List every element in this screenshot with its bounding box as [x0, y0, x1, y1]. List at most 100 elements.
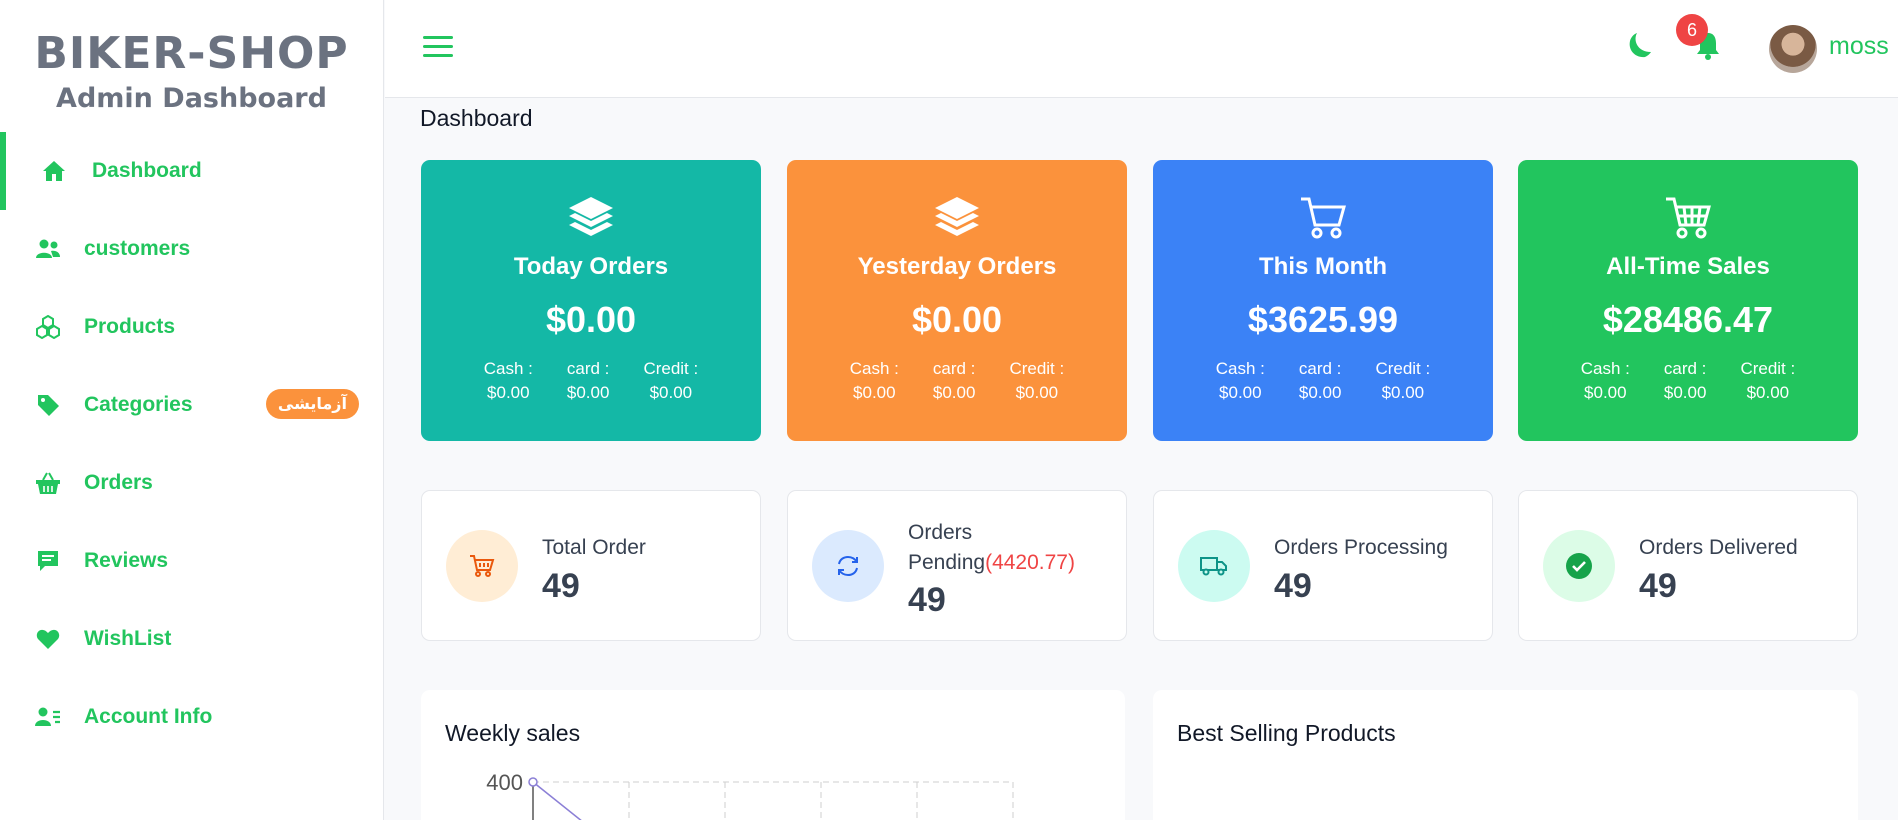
stat-card-all-time-sales: All-Time Sales $28486.47 Cash : $0.00 car…	[1518, 160, 1858, 441]
brand: BIKER-SHOP Admin Dashboard	[0, 0, 383, 116]
cash-label: Cash :	[483, 359, 533, 378]
data-point	[528, 777, 538, 787]
sidebar-item-label: Orders	[84, 471, 153, 494]
weekly-sales-title: Weekly sales	[445, 720, 581, 746]
stat-card-this-month: This Month $3625.99 Cash : $0.00 card : $0…	[1153, 160, 1493, 441]
sidebar-item-orders[interactable]: Orders	[0, 444, 383, 522]
card-label: card :	[1298, 359, 1342, 378]
info-card-orders-pending: Orders Pending(4420.77) 49	[787, 490, 1127, 641]
info-card-value: 49	[542, 567, 580, 605]
sidebar-item-dashboard[interactable]: Dashboard	[0, 132, 383, 210]
layers-icon	[933, 195, 981, 241]
credit-value: $0.00	[1381, 383, 1425, 402]
sidebar-item-account-info[interactable]: Account Info	[0, 678, 383, 756]
stat-card-label: All-Time Sales	[1606, 253, 1770, 280]
sidebar-item-label: Products	[84, 315, 176, 338]
card-value: $0.00	[1298, 383, 1342, 402]
sidebar-item-label: Reviews	[84, 549, 169, 572]
info-card-title-line1: Orders	[908, 521, 973, 544]
card-label: card :	[932, 359, 976, 378]
credit-label: Credit :	[1009, 359, 1065, 378]
sidebar-item-wishlist[interactable]: WishList	[0, 600, 383, 678]
pending-amount: (4420.77)	[985, 551, 1075, 574]
credit-value: $0.00	[1746, 383, 1790, 402]
credit-label: Credit :	[1375, 359, 1431, 378]
stat-card-amount: $0.00	[911, 299, 1003, 340]
info-card-title: Orders Pending(4420.77)	[908, 518, 1075, 578]
y-tick-label: 400	[486, 770, 523, 795]
stat-card-amount: $3625.99	[1247, 299, 1399, 340]
moon-icon[interactable]	[1625, 30, 1655, 65]
best-selling-panel: Best Selling Products	[1153, 690, 1858, 820]
sidebar-item-label: WishList	[84, 627, 172, 650]
info-card-orders-delivered: Orders Delivered 49	[1518, 490, 1858, 641]
cash-value: $0.00	[853, 383, 896, 402]
basket-icon	[34, 469, 62, 497]
weekly-sales-chart: 400	[486, 770, 1014, 820]
avatar[interactable]	[1769, 25, 1817, 73]
info-card-title: Orders Processing	[1274, 536, 1448, 559]
home-icon	[40, 157, 68, 185]
info-card-orders-processing: Orders Processing 49	[1153, 490, 1493, 641]
username[interactable]: moss	[1829, 32, 1889, 61]
comment-icon	[34, 547, 62, 575]
credit-label: Credit :	[643, 359, 699, 378]
stat-card-label: Yesterday Orders	[857, 253, 1057, 280]
card-value: $0.00	[566, 383, 610, 402]
brand-subtitle: Admin Dashboard	[56, 83, 327, 114]
cash-label: Cash :	[1215, 359, 1265, 378]
brand-title: BIKER-SHOP	[34, 28, 349, 79]
stat-card-amount: $28486.47	[1602, 299, 1774, 340]
info-card-value: 49	[1274, 567, 1312, 605]
users-icon	[34, 235, 62, 263]
menu-toggle-button[interactable]	[423, 36, 453, 60]
stat-card-yesterday-orders: Yesterday Orders $0.00 Cash : $0.00 card …	[787, 160, 1127, 441]
truck-icon	[1178, 530, 1250, 602]
layers-icon	[567, 195, 615, 241]
tag-icon	[34, 391, 62, 419]
card-value: $0.00	[932, 383, 976, 402]
info-card-title-line2: Pending	[908, 551, 986, 574]
sidebar-item-customers[interactable]: customers	[0, 210, 383, 288]
card-value: $0.00	[1663, 383, 1707, 402]
credit-label: Credit :	[1740, 359, 1796, 378]
sidebar-item-label: customers	[84, 237, 191, 260]
info-card-value: 49	[1639, 567, 1677, 605]
heart-icon	[34, 625, 62, 653]
refresh-icon	[812, 530, 884, 602]
category-badge: آزمایشی	[265, 389, 359, 419]
cart-icon	[1299, 195, 1347, 241]
stat-card-today-orders: Today Orders $0.00 Cash : $0.00 card : $0.…	[421, 160, 761, 441]
sidebar-item-categories[interactable]: Categories آزمایشی	[0, 366, 383, 444]
series-line	[532, 781, 582, 820]
cash-label: Cash :	[849, 359, 899, 378]
page-title: Dashboard	[420, 105, 533, 131]
check-icon	[1543, 530, 1615, 602]
info-card-value: 49	[908, 581, 946, 619]
cart-icon	[446, 530, 518, 602]
cash-value: $0.00	[1219, 383, 1262, 402]
stat-card-amount: $0.00	[545, 299, 637, 340]
sidebar-item-reviews[interactable]: Reviews	[0, 522, 383, 600]
info-card-title: Total Order	[542, 536, 646, 559]
cash-value: $0.00	[487, 383, 530, 402]
stat-card-label: Today Orders	[513, 253, 669, 280]
cart-plus-icon	[1664, 195, 1712, 241]
sidebar: BIKER-SHOP Admin Dashboard Dashboard cus…	[0, 0, 384, 820]
sidebar-nav: Dashboard customers Products Categories …	[0, 132, 383, 756]
cash-value: $0.00	[1584, 383, 1627, 402]
topbar: 6 moss	[385, 0, 1898, 98]
cash-label: Cash :	[1580, 359, 1630, 378]
info-card-total-order: Total Order 49	[421, 490, 761, 641]
card-label: card :	[566, 359, 610, 378]
notification-count-badge: 6	[1676, 14, 1708, 46]
weekly-sales-panel: 400 Weekly sales	[421, 690, 1125, 820]
sidebar-item-label: Account Info	[84, 705, 213, 728]
sidebar-item-label: Categories	[84, 393, 193, 416]
sidebar-item-products[interactable]: Products	[0, 288, 383, 366]
cubes-icon	[34, 313, 62, 341]
credit-value: $0.00	[649, 383, 693, 402]
info-card-title: Orders Delivered	[1639, 536, 1798, 559]
credit-value: $0.00	[1015, 383, 1059, 402]
card-label: card :	[1663, 359, 1707, 378]
